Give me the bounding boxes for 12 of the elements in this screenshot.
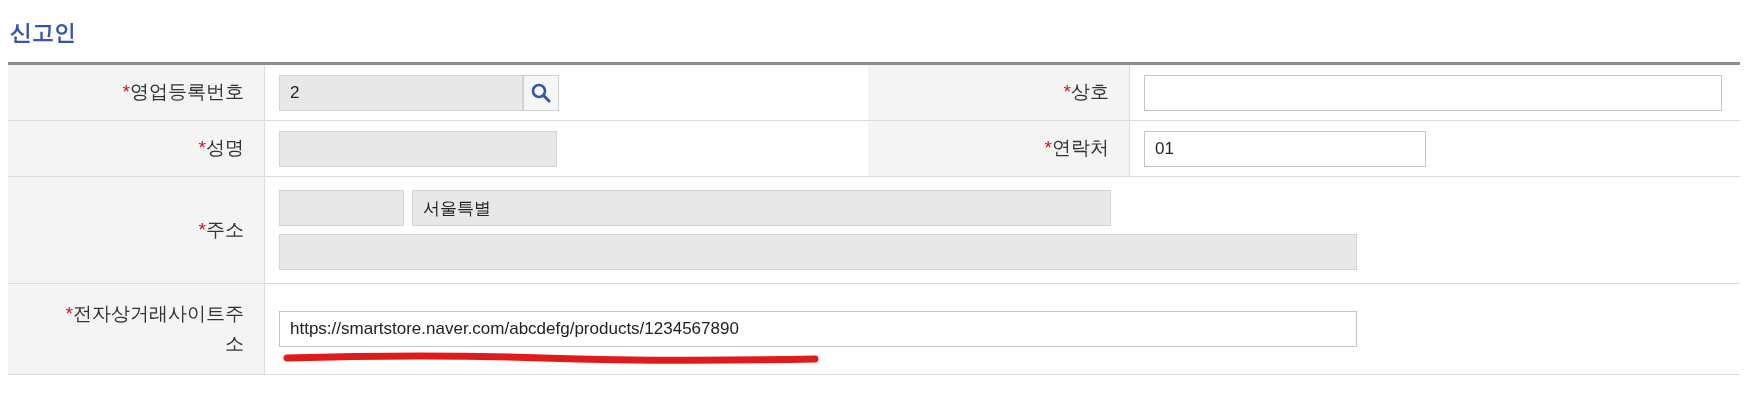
field-label: *주소 (198, 217, 244, 242)
field-label: *상호 (1063, 80, 1109, 105)
search-icon (531, 82, 551, 103)
field-label: *연락처 (1044, 136, 1109, 161)
field-label: *전자상거래사이트주소 (64, 301, 244, 356)
input-field[interactable]: 01 (1144, 130, 1426, 167)
input-field[interactable] (1144, 74, 1722, 111)
search-button[interactable] (523, 74, 559, 111)
field-label: *성명 (198, 136, 244, 161)
field-label: *영업등록번호 (122, 80, 244, 105)
section-title: 신고인 (10, 19, 77, 47)
input-field[interactable]: https://smartstore.naver.com/abcdefg/products/1234567890 (279, 311, 1357, 347)
